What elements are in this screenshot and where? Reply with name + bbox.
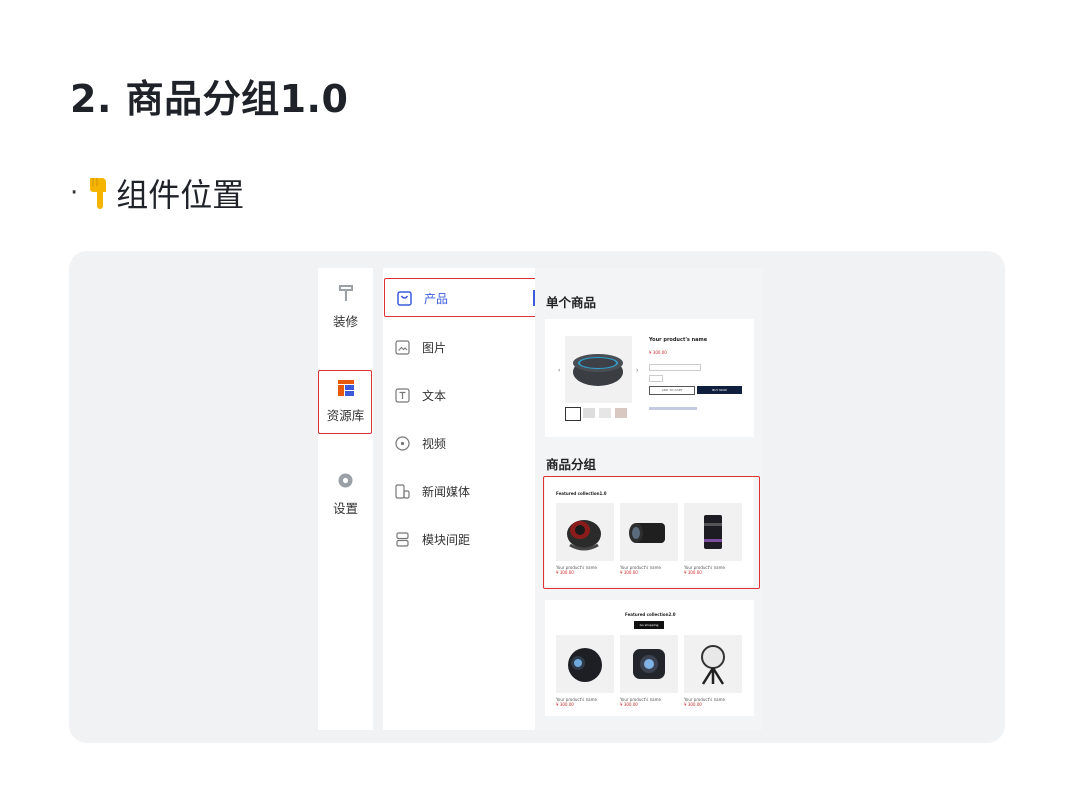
buy-now-button[interactable]: BUY NOW — [697, 386, 742, 394]
variant-options[interactable] — [649, 364, 701, 371]
share-links[interactable] — [649, 407, 697, 410]
item-price: ¥ 300.00 — [556, 702, 574, 707]
camera-image — [701, 645, 725, 685]
thumbnail[interactable] — [583, 408, 595, 418]
panel-item-text[interactable]: 文本 — [395, 387, 446, 404]
product-image — [556, 635, 614, 693]
gear-icon — [338, 473, 353, 488]
panel-item-image[interactable]: 图片 — [395, 339, 446, 356]
panel-item-spacing[interactable]: 模块间距 — [395, 531, 470, 548]
bullet-line: · 组件位置 — [70, 170, 244, 216]
single-product-card[interactable]: ‹ › Your product's name ¥ 300.00 ADD TO … — [545, 319, 754, 437]
highlight-library — [318, 370, 372, 434]
text-icon — [395, 388, 410, 403]
item-price: ¥ 300.00 — [684, 702, 702, 707]
carousel-prev-icon[interactable]: ‹ — [558, 367, 560, 374]
panel-label: 图片 — [422, 341, 447, 355]
product-name: Your product's name — [649, 337, 708, 343]
thumbnail[interactable] — [599, 408, 611, 418]
nav-item-settings[interactable]: 设置 — [318, 472, 373, 517]
highlight-collection — [543, 476, 760, 589]
camera-image — [633, 649, 665, 679]
nav-label: 设置 — [332, 501, 358, 516]
editor-screenshot: 装修 资源库 设置 产品 图片 文本 视频 新闻媒体 模块间距 单个商品 ‹ ›… — [318, 268, 763, 730]
add-to-cart-button[interactable]: ADD TO CART — [649, 386, 695, 395]
panel-item-news[interactable]: 新闻媒体 — [395, 483, 470, 500]
panel-label: 新闻媒体 — [422, 485, 471, 499]
product-price: ¥ 300.00 — [649, 350, 667, 355]
paint-roller-icon — [338, 285, 353, 301]
editor-nav: 装修 资源库 设置 — [318, 268, 373, 730]
featured-collection-2[interactable]: Featured collection2.0 Go shopping Your … — [545, 600, 754, 716]
carousel-next-icon[interactable]: › — [636, 367, 638, 374]
panel-item-video[interactable]: 视频 — [395, 435, 446, 452]
section-title-single: 单个商品 — [546, 295, 597, 310]
thumbnail[interactable] — [615, 408, 627, 418]
pointing-down-hand-icon — [90, 178, 107, 209]
bullet-text: 组件位置 — [116, 176, 245, 214]
section-title-group: 商品分组 — [546, 457, 597, 472]
panel-label: 视频 — [422, 437, 447, 451]
thumbnail-active[interactable] — [565, 407, 581, 421]
speaker-image — [573, 354, 623, 386]
spacing-icon — [396, 532, 409, 547]
component-panel: 产品 图片 文本 视频 新闻媒体 模块间距 — [383, 268, 535, 730]
image-icon — [395, 340, 410, 355]
panel-label: 文本 — [422, 389, 447, 403]
highlight-product — [384, 278, 538, 317]
collection-title: Featured collection2.0 — [625, 612, 676, 617]
product-image — [565, 336, 632, 403]
item-price: ¥ 300.00 — [620, 702, 638, 707]
nav-item-decorate[interactable]: 装修 — [318, 284, 373, 330]
nav-label: 装修 — [332, 314, 358, 329]
quantity-stepper[interactable] — [649, 375, 663, 382]
panel-label: 模块间距 — [422, 533, 471, 547]
go-shopping-button[interactable]: Go shopping — [634, 621, 664, 629]
camera-image — [568, 648, 602, 682]
page-heading: 2. 商品分组1.0 — [70, 77, 349, 121]
product-image — [684, 635, 742, 693]
product-image — [620, 635, 678, 693]
news-icon — [395, 484, 410, 499]
play-circle-icon — [395, 436, 410, 451]
preview-canvas: 单个商品 ‹ › Your product's name ¥ 300.00 AD… — [535, 268, 763, 730]
bullet-dot: · — [70, 178, 79, 208]
